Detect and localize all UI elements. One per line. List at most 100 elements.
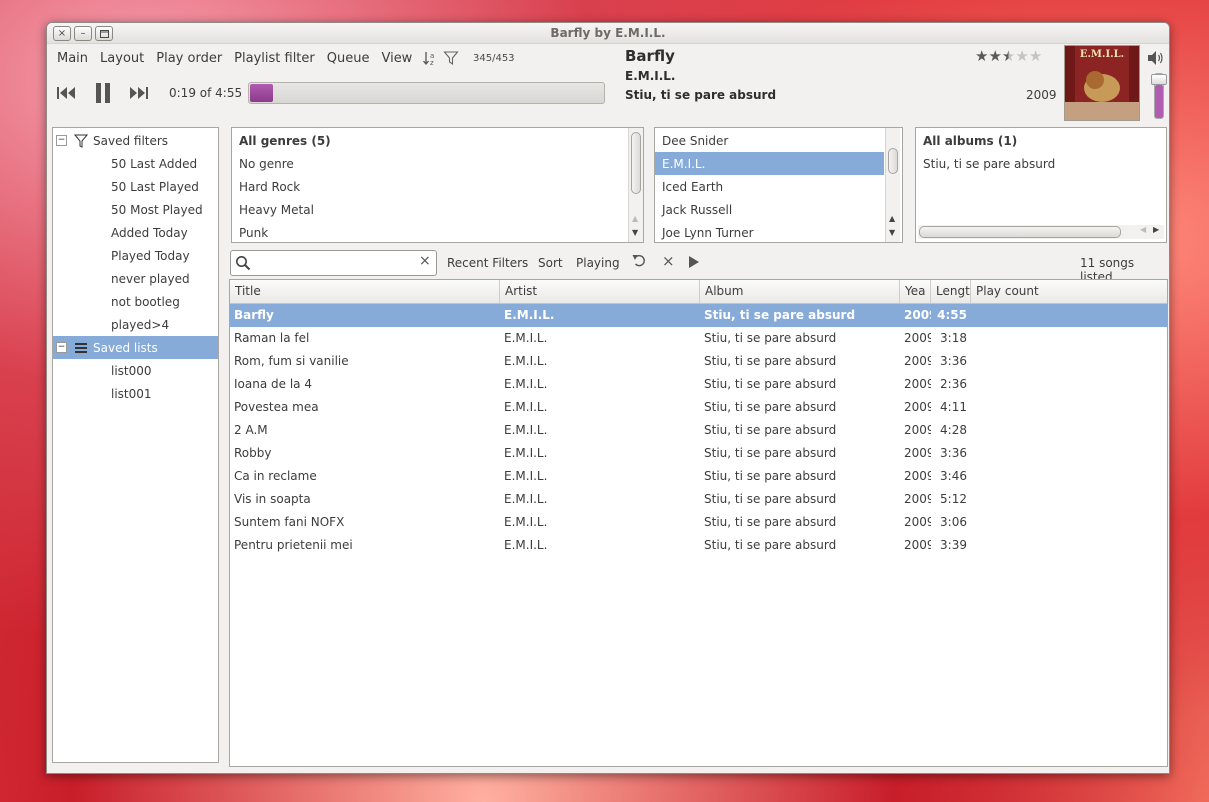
album-hscrollbar[interactable]: ◀ ▶ xyxy=(918,225,1164,239)
album-cover[interactable]: E.M.I.L. xyxy=(1064,45,1140,121)
tree-filter-item[interactable]: played>4 xyxy=(53,313,218,336)
menu-playlist-filter[interactable]: Playlist filter xyxy=(228,51,321,66)
tree-filter-item[interactable]: 50 Most Played xyxy=(53,198,218,221)
list-item[interactable]: Punk xyxy=(232,221,627,242)
recent-filters-button[interactable]: Recent Filters xyxy=(447,256,528,270)
list-item[interactable]: Dee Snider xyxy=(655,129,884,152)
svg-text:z: z xyxy=(430,59,434,66)
list-item[interactable]: E.M.I.L. xyxy=(655,152,884,175)
list-item[interactable]: No genre xyxy=(232,152,627,175)
list-item[interactable]: Stiu, ti se pare absurd xyxy=(916,152,1166,175)
next-button[interactable] xyxy=(127,81,151,105)
table-row[interactable]: Suntem fani NOFX E.M.I.L. Stiu, ti se pare… xyxy=(230,511,1167,534)
clear-search-icon[interactable]: × xyxy=(419,253,431,269)
menu-view[interactable]: View xyxy=(375,51,418,66)
collapse-icon[interactable]: − xyxy=(56,342,67,353)
previous-button[interactable] xyxy=(55,81,79,105)
table-row[interactable]: 2 A.M E.M.I.L. Stiu, ti se pare absurd 2009… xyxy=(230,419,1167,442)
tree-list-item[interactable]: list001 xyxy=(53,382,218,405)
cell-album: Stiu, ti se pare absurd xyxy=(704,446,837,460)
table-row[interactable]: Rom, fum si vanilie E.M.I.L. Stiu, ti se p… xyxy=(230,350,1167,373)
clear-filter-icon[interactable]: × xyxy=(662,252,675,270)
list-item[interactable]: Joe Lynn Turner xyxy=(655,221,884,242)
title-bar[interactable]: × – Barfly by E.M.I.L. xyxy=(47,23,1169,44)
play-filter-button[interactable] xyxy=(688,256,700,271)
rating-stars[interactable]: ★★★★★ xyxy=(975,47,1042,65)
pause-button[interactable] xyxy=(91,81,115,105)
scroll-up-icon[interactable]: ▲ xyxy=(889,214,895,223)
table-row[interactable]: Povestea mea E.M.I.L. Stiu, ti se pare abs… xyxy=(230,396,1167,419)
time-display: 0:19 of 4:55 xyxy=(169,86,243,100)
star-icon[interactable]: ★ xyxy=(1029,47,1042,65)
menu-main[interactable]: Main xyxy=(51,51,94,66)
volume-thumb[interactable] xyxy=(1151,74,1167,85)
column-header-artist[interactable]: Artist xyxy=(500,280,700,303)
column-header-title[interactable]: Title xyxy=(230,280,500,303)
search-input[interactable] xyxy=(255,254,419,272)
table-row[interactable]: Barfly E.M.I.L. Stiu, ti se pare absurd 200… xyxy=(230,304,1167,327)
tree-filter-item[interactable]: not bootleg xyxy=(53,290,218,313)
volume-button[interactable] xyxy=(1146,49,1166,67)
genre-scrollbar[interactable]: ▲ ▼ xyxy=(628,128,643,242)
filter-button[interactable] xyxy=(442,49,460,67)
seek-bar[interactable] xyxy=(248,82,605,104)
tree-saved-lists[interactable]: − Saved lists xyxy=(53,336,218,359)
tree-filter-item[interactable]: Added Today xyxy=(53,221,218,244)
column-header-year[interactable]: Yea xyxy=(900,280,931,303)
scroll-right-icon[interactable]: ▶ xyxy=(1153,225,1159,234)
star-icon[interactable]: ★ xyxy=(975,47,988,65)
scrollbar-thumb[interactable] xyxy=(888,148,898,174)
cell-artist: E.M.I.L. xyxy=(504,331,548,345)
tree-filter-item[interactable]: never played xyxy=(53,267,218,290)
table-row[interactable]: Pentru prietenii mei E.M.I.L. Stiu, ti se … xyxy=(230,534,1167,557)
tree-list-item[interactable]: list000 xyxy=(53,359,218,382)
sort-az-icon: a z xyxy=(423,52,435,66)
cell-length: 3:18 xyxy=(940,331,967,345)
scroll-down-icon[interactable]: ▼ xyxy=(889,228,895,237)
collapse-icon[interactable]: − xyxy=(56,135,67,146)
tree-item-label: 50 Most Played xyxy=(111,202,203,217)
list-item[interactable]: Heavy Metal xyxy=(232,198,627,221)
search-field[interactable]: × xyxy=(230,250,437,276)
list-item[interactable]: All albums (1) xyxy=(916,129,1166,152)
table-row[interactable]: Ca in reclame E.M.I.L. Stiu, ti se pare ab… xyxy=(230,465,1167,488)
tree-filter-item[interactable]: 50 Last Added xyxy=(53,152,218,175)
scrollbar-thumb[interactable] xyxy=(631,132,641,194)
list-item[interactable]: All genres (5) xyxy=(232,129,627,152)
scroll-down-icon[interactable]: ▼ xyxy=(632,228,638,237)
refresh-button[interactable] xyxy=(632,253,646,272)
volume-slider[interactable] xyxy=(1151,73,1167,119)
table-row[interactable]: Robby E.M.I.L. Stiu, ti se pare absurd 2009… xyxy=(230,442,1167,465)
cell-length: 2:36 xyxy=(940,377,967,391)
transport-controls xyxy=(55,81,163,105)
tree-saved-filters[interactable]: − Saved filters xyxy=(53,129,218,152)
column-header-length[interactable]: Lengt xyxy=(931,280,971,303)
sort-menu-button[interactable]: Sort xyxy=(538,256,563,270)
column-header-album[interactable]: Album xyxy=(700,280,900,303)
star-half-icon[interactable]: ★ xyxy=(1002,47,1015,65)
genre-browser: All genres (5) No genre Hard Rock Heavy … xyxy=(231,127,644,243)
table-row[interactable]: Vis in soapta E.M.I.L. Stiu, ti se pare ab… xyxy=(230,488,1167,511)
list-item[interactable]: Iced Earth xyxy=(655,175,884,198)
star-icon[interactable]: ★ xyxy=(988,47,1001,65)
table-row[interactable]: Ioana de la 4 E.M.I.L. Stiu, ti se pare ab… xyxy=(230,373,1167,396)
menu-queue[interactable]: Queue xyxy=(321,51,376,66)
cell-album: Stiu, ti se pare absurd xyxy=(704,331,837,345)
menu-layout[interactable]: Layout xyxy=(94,51,150,66)
list-item[interactable]: Hard Rock xyxy=(232,175,627,198)
scroll-left-icon[interactable]: ◀ xyxy=(1140,225,1146,234)
cell-album: Stiu, ti se pare absurd xyxy=(704,423,837,437)
menu-play-order[interactable]: Play order xyxy=(150,51,228,66)
scroll-up-icon[interactable]: ▲ xyxy=(632,214,638,223)
sort-button[interactable]: a z xyxy=(421,49,439,67)
tree-filter-item[interactable]: 50 Last Played xyxy=(53,175,218,198)
tree-filter-item[interactable]: Played Today xyxy=(53,244,218,267)
scrollbar-thumb[interactable] xyxy=(919,226,1121,238)
list-item[interactable]: Jack Russell xyxy=(655,198,884,221)
table-row[interactable]: Raman la fel E.M.I.L. Stiu, ti se pare abs… xyxy=(230,327,1167,350)
column-header-play-count[interactable]: Play count xyxy=(971,280,1167,303)
artist-scrollbar[interactable]: ▲ ▼ xyxy=(885,128,900,242)
star-icon[interactable]: ★ xyxy=(1015,47,1028,65)
playing-button[interactable]: Playing xyxy=(576,256,620,270)
cell-year: 2009 xyxy=(904,446,931,460)
